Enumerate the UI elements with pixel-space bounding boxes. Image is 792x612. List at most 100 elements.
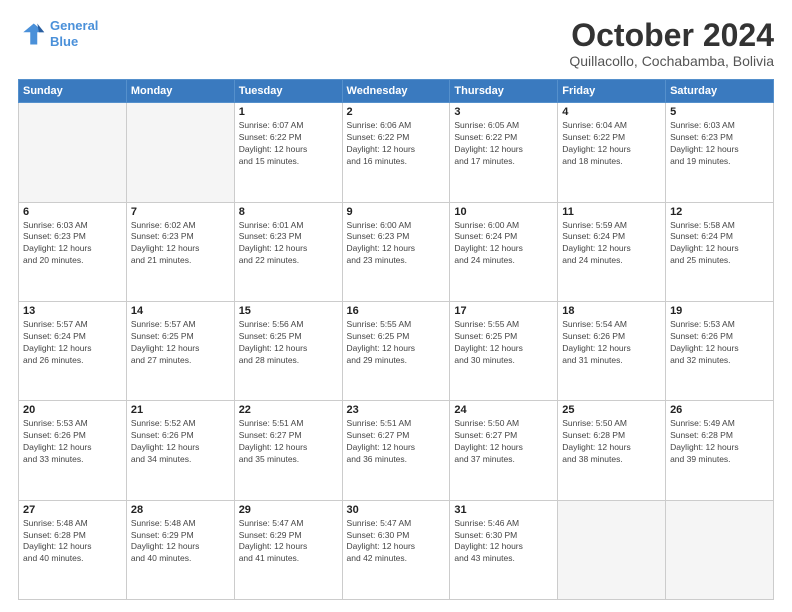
day-info: Sunrise: 5:57 AM Sunset: 6:24 PM Dayligh… <box>23 319 122 367</box>
day-number: 26 <box>670 404 769 416</box>
day-info: Sunrise: 6:03 AM Sunset: 6:23 PM Dayligh… <box>23 220 122 268</box>
day-number: 6 <box>23 206 122 218</box>
day-info: Sunrise: 5:59 AM Sunset: 6:24 PM Dayligh… <box>562 220 661 268</box>
location-subtitle: Quillacollo, Cochabamba, Bolivia <box>569 53 774 69</box>
col-saturday: Saturday <box>666 80 774 103</box>
day-info: Sunrise: 5:50 AM Sunset: 6:28 PM Dayligh… <box>562 418 661 466</box>
day-number: 17 <box>454 305 553 317</box>
day-number: 13 <box>23 305 122 317</box>
logo-line2: Blue <box>50 34 78 49</box>
calendar-week-row: 20Sunrise: 5:53 AM Sunset: 6:26 PM Dayli… <box>19 401 774 500</box>
col-sunday: Sunday <box>19 80 127 103</box>
col-friday: Friday <box>558 80 666 103</box>
calendar-header-row: Sunday Monday Tuesday Wednesday Thursday… <box>19 80 774 103</box>
day-number: 23 <box>347 404 446 416</box>
day-number: 3 <box>454 106 553 118</box>
day-number: 27 <box>23 504 122 516</box>
table-row: 21Sunrise: 5:52 AM Sunset: 6:26 PM Dayli… <box>126 401 234 500</box>
table-row: 8 Sunrise: 6:01 AM Sunset: 6:23 PM Daylig… <box>234 202 342 301</box>
table-row: 26 Sunrise: 5:49 AM Sunset: 6:28 PM Dayli… <box>666 401 774 500</box>
table-row: 30 Sunrise: 5:47 AM Sunset: 6:30 PM Dayli… <box>342 500 450 599</box>
day-number: 5 <box>670 106 769 118</box>
day-number: 15 <box>239 305 338 317</box>
logo-icon <box>18 20 46 48</box>
logo-line1: General <box>50 18 98 33</box>
table-row: 4 Sunrise: 6:04 AM Sunset: 6:22 PM Daylig… <box>558 103 666 202</box>
day-info: Sunrise: 5:53 AM Sunset: 6:26 PM Dayligh… <box>670 319 769 367</box>
calendar-table: Sunday Monday Tuesday Wednesday Thursday… <box>18 79 774 600</box>
day-info: Sunrise: 5:49 AM Sunset: 6:28 PM Dayligh… <box>670 418 769 466</box>
day-info: Sunrise: 5:51 AM Sunset: 6:27 PM Dayligh… <box>347 418 446 466</box>
day-info: Sunrise: 5:48 AM Sunset: 6:28 PM Dayligh… <box>23 518 122 566</box>
table-row: 17Sunrise: 5:55 AM Sunset: 6:25 PM Dayli… <box>450 301 558 400</box>
table-row: 23 Sunrise: 5:51 AM Sunset: 6:27 PM Dayli… <box>342 401 450 500</box>
day-info: Sunrise: 5:53 AM Sunset: 6:26 PM Dayligh… <box>23 418 122 466</box>
day-info: Sunrise: 5:54 AM Sunset: 6:26 PM Dayligh… <box>562 319 661 367</box>
table-row <box>666 500 774 599</box>
day-number: 29 <box>239 504 338 516</box>
day-info: Sunrise: 5:56 AM Sunset: 6:25 PM Dayligh… <box>239 319 338 367</box>
table-row: 6 Sunrise: 6:03 AM Sunset: 6:23 PM Daylig… <box>19 202 127 301</box>
table-row <box>126 103 234 202</box>
calendar-week-row: 6 Sunrise: 6:03 AM Sunset: 6:23 PM Daylig… <box>19 202 774 301</box>
table-row: 12Sunrise: 5:58 AM Sunset: 6:24 PM Dayli… <box>666 202 774 301</box>
table-row: 20Sunrise: 5:53 AM Sunset: 6:26 PM Dayli… <box>19 401 127 500</box>
table-row: 31Sunrise: 5:46 AM Sunset: 6:30 PM Dayli… <box>450 500 558 599</box>
day-number: 4 <box>562 106 661 118</box>
day-number: 9 <box>347 206 446 218</box>
day-number: 30 <box>347 504 446 516</box>
table-row: 5 Sunrise: 6:03 AM Sunset: 6:23 PM Daylig… <box>666 103 774 202</box>
day-number: 21 <box>131 404 230 416</box>
table-row: 24 Sunrise: 5:50 AM Sunset: 6:27 PM Dayli… <box>450 401 558 500</box>
day-number: 22 <box>239 404 338 416</box>
table-row: 7Sunrise: 6:02 AM Sunset: 6:23 PM Daylig… <box>126 202 234 301</box>
day-info: Sunrise: 6:06 AM Sunset: 6:22 PM Dayligh… <box>347 120 446 168</box>
day-number: 24 <box>454 404 553 416</box>
month-title: October 2024 <box>569 18 774 53</box>
table-row: 25 Sunrise: 5:50 AM Sunset: 6:28 PM Dayli… <box>558 401 666 500</box>
table-row: 18 Sunrise: 5:54 AM Sunset: 6:26 PM Dayli… <box>558 301 666 400</box>
header: General Blue October 2024 Quillacollo, C… <box>18 18 774 69</box>
day-info: Sunrise: 5:55 AM Sunset: 6:25 PM Dayligh… <box>347 319 446 367</box>
table-row: 13 Sunrise: 5:57 AM Sunset: 6:24 PM Dayli… <box>19 301 127 400</box>
table-row: 29 Sunrise: 5:47 AM Sunset: 6:29 PM Dayli… <box>234 500 342 599</box>
col-monday: Monday <box>126 80 234 103</box>
col-wednesday: Wednesday <box>342 80 450 103</box>
day-info: Sunrise: 5:48 AM Sunset: 6:29 PM Dayligh… <box>131 518 230 566</box>
table-row: 9 Sunrise: 6:00 AM Sunset: 6:23 PM Daylig… <box>342 202 450 301</box>
table-row: 14Sunrise: 5:57 AM Sunset: 6:25 PM Dayli… <box>126 301 234 400</box>
table-row: 27 Sunrise: 5:48 AM Sunset: 6:28 PM Dayli… <box>19 500 127 599</box>
day-info: Sunrise: 5:58 AM Sunset: 6:24 PM Dayligh… <box>670 220 769 268</box>
day-info: Sunrise: 6:04 AM Sunset: 6:22 PM Dayligh… <box>562 120 661 168</box>
day-number: 1 <box>239 106 338 118</box>
day-info: Sunrise: 5:47 AM Sunset: 6:29 PM Dayligh… <box>239 518 338 566</box>
day-info: Sunrise: 6:07 AM Sunset: 6:22 PM Dayligh… <box>239 120 338 168</box>
table-row <box>19 103 127 202</box>
day-info: Sunrise: 6:00 AM Sunset: 6:23 PM Dayligh… <box>347 220 446 268</box>
day-info: Sunrise: 5:50 AM Sunset: 6:27 PM Dayligh… <box>454 418 553 466</box>
table-row: 28 Sunrise: 5:48 AM Sunset: 6:29 PM Dayli… <box>126 500 234 599</box>
day-number: 18 <box>562 305 661 317</box>
calendar-week-row: 1 Sunrise: 6:07 AM Sunset: 6:22 PM Daylig… <box>19 103 774 202</box>
calendar-week-row: 27 Sunrise: 5:48 AM Sunset: 6:28 PM Dayli… <box>19 500 774 599</box>
day-number: 16 <box>347 305 446 317</box>
day-number: 14 <box>131 305 230 317</box>
calendar-week-row: 13 Sunrise: 5:57 AM Sunset: 6:24 PM Dayli… <box>19 301 774 400</box>
day-number: 28 <box>131 504 230 516</box>
day-info: Sunrise: 6:00 AM Sunset: 6:24 PM Dayligh… <box>454 220 553 268</box>
day-info: Sunrise: 5:47 AM Sunset: 6:30 PM Dayligh… <box>347 518 446 566</box>
table-row: 2 Sunrise: 6:06 AM Sunset: 6:22 PM Daylig… <box>342 103 450 202</box>
day-number: 8 <box>239 206 338 218</box>
table-row: 16 Sunrise: 5:55 AM Sunset: 6:25 PM Dayli… <box>342 301 450 400</box>
day-info: Sunrise: 6:03 AM Sunset: 6:23 PM Dayligh… <box>670 120 769 168</box>
day-number: 2 <box>347 106 446 118</box>
table-row <box>558 500 666 599</box>
day-info: Sunrise: 6:05 AM Sunset: 6:22 PM Dayligh… <box>454 120 553 168</box>
table-row: 15 Sunrise: 5:56 AM Sunset: 6:25 PM Dayli… <box>234 301 342 400</box>
logo-text: General Blue <box>50 18 98 49</box>
day-info: Sunrise: 6:01 AM Sunset: 6:23 PM Dayligh… <box>239 220 338 268</box>
day-number: 25 <box>562 404 661 416</box>
day-info: Sunrise: 5:46 AM Sunset: 6:30 PM Dayligh… <box>454 518 553 566</box>
day-number: 10 <box>454 206 553 218</box>
day-info: Sunrise: 6:02 AM Sunset: 6:23 PM Dayligh… <box>131 220 230 268</box>
